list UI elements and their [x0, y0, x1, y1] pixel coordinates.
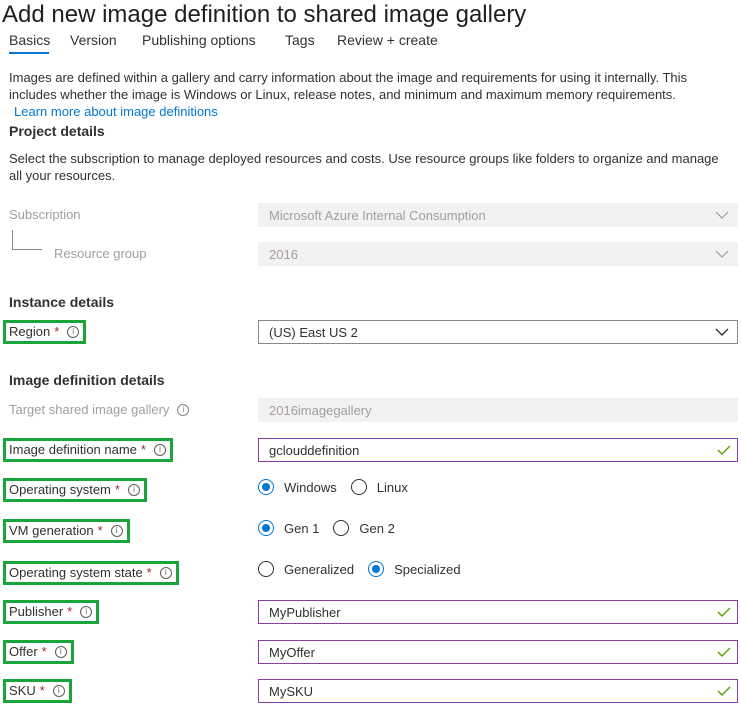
publisher-input[interactable]: MyPublisher: [258, 600, 738, 624]
info-icon[interactable]: i: [127, 484, 140, 496]
project-details-heading: Project details: [9, 123, 105, 139]
required-asterisk: *: [54, 324, 60, 339]
sku-input[interactable]: MySKU: [258, 679, 738, 703]
publisher-label-text: Publisher: [9, 604, 64, 619]
offer-label: Offer * i: [3, 640, 74, 664]
radio-unselected: [350, 479, 367, 495]
operating-system-label-text: Operating system: [9, 482, 111, 497]
subscription-dropdown[interactable]: Microsoft Azure Internal Consumption: [258, 203, 738, 227]
info-icon[interactable]: i: [67, 326, 80, 338]
os-windows-radio[interactable]: Windows: [258, 479, 337, 495]
resource-group-dropdown[interactable]: 2016: [258, 242, 738, 266]
region-dropdown[interactable]: (US) East US 2: [258, 320, 738, 344]
target-gallery-label: Target shared image gallery i: [9, 401, 190, 419]
os-linux-label: Linux: [376, 479, 408, 495]
chevron-down-icon: [715, 250, 729, 258]
resource-group-value: 2016: [269, 246, 298, 262]
target-gallery-value: 2016imagegallery: [269, 402, 372, 418]
info-icon[interactable]: i: [80, 606, 93, 618]
checkmark-icon: [717, 647, 731, 657]
resource-group-label: Resource group: [54, 245, 147, 263]
required-asterisk: *: [114, 482, 120, 497]
offer-value: MyOffer: [269, 644, 315, 660]
page-title: Add new image definition to shared image…: [2, 1, 527, 28]
radio-unselected: [258, 561, 274, 577]
info-icon[interactable]: i: [52, 685, 65, 697]
osstate-specialized-label: Specialized: [394, 561, 461, 577]
checkmark-icon: [717, 607, 731, 617]
region-label-text: Region: [9, 324, 51, 339]
region-value: (US) East US 2: [269, 324, 358, 340]
vm-generation-label: VM generation * i: [3, 519, 130, 543]
tab-basics[interactable]: Basics: [9, 31, 50, 49]
publisher-value: MyPublisher: [269, 604, 341, 620]
osstate-generalized-label: Generalized: [284, 561, 355, 577]
vmgen-gen2-radio[interactable]: Gen 2: [333, 520, 395, 536]
resource-group-label-text: Resource group: [54, 246, 147, 261]
offer-label-text: Offer: [9, 644, 38, 659]
vm-generation-label-text: VM generation: [9, 523, 94, 538]
checkmark-icon: [717, 686, 731, 696]
sku-label: SKU * i: [3, 679, 72, 703]
osstate-generalized-radio[interactable]: Generalized: [258, 561, 354, 577]
project-details-description: Select the subscription to manage deploy…: [9, 151, 719, 183]
operating-system-label: Operating system * i: [3, 478, 147, 502]
offer-input[interactable]: MyOffer: [258, 640, 738, 664]
os-state-label: Operating system state * i: [3, 561, 179, 585]
checkmark-icon: [717, 445, 731, 455]
region-label: Region * i: [3, 320, 87, 344]
info-icon[interactable]: i: [54, 646, 67, 658]
info-icon[interactable]: i: [159, 567, 172, 579]
vmgen-gen2-label: Gen 2: [359, 520, 395, 536]
info-icon[interactable]: i: [153, 444, 166, 456]
osstate-specialized-radio[interactable]: Specialized: [368, 561, 461, 577]
subscription-label: Subscription: [9, 206, 81, 224]
info-icon[interactable]: i: [177, 404, 190, 416]
sku-label-text: SKU: [9, 683, 36, 698]
image-definition-name-value: gclouddefinition: [269, 442, 360, 458]
info-icon[interactable]: i: [110, 525, 123, 537]
vmgen-gen1-label: Gen 1: [284, 520, 320, 536]
required-asterisk: *: [67, 604, 73, 619]
radio-selected: [258, 479, 274, 495]
learn-more-link[interactable]: Learn more about image definitions: [14, 103, 218, 120]
operating-system-radio-group: Windows Linux: [258, 477, 422, 497]
image-definition-name-label: Image definition name * i: [3, 438, 173, 462]
subscription-label-text: Subscription: [9, 207, 81, 222]
vm-generation-radio-group: Gen 1 Gen 2: [258, 518, 409, 538]
tab-publishing-options[interactable]: Publishing options: [142, 31, 256, 49]
target-gallery-field: 2016imagegallery: [258, 398, 738, 422]
required-asterisk: *: [146, 565, 152, 580]
required-asterisk: *: [97, 523, 103, 538]
image-definition-name-label-text: Image definition name: [9, 442, 137, 457]
active-tab-indicator: [9, 52, 49, 54]
image-definition-details-heading: Image definition details: [9, 372, 165, 388]
chevron-down-icon: [715, 211, 729, 219]
radio-unselected: [333, 520, 350, 536]
target-gallery-label-text: Target shared image gallery: [9, 402, 170, 417]
os-linux-radio[interactable]: Linux: [350, 479, 408, 495]
image-definition-name-input[interactable]: gclouddefinition: [258, 438, 738, 462]
tree-connector: [12, 230, 42, 250]
required-asterisk: *: [39, 683, 45, 698]
tab-review-create[interactable]: Review + create: [337, 31, 438, 49]
tab-version[interactable]: Version: [70, 31, 117, 49]
tab-tags[interactable]: Tags: [285, 31, 315, 49]
os-windows-label: Windows: [284, 479, 337, 495]
required-asterisk: *: [41, 644, 47, 659]
instance-details-heading: Instance details: [9, 294, 115, 310]
radio-selected: [368, 561, 385, 577]
radio-selected: [258, 520, 274, 536]
chevron-down-icon: [715, 328, 729, 336]
subscription-value: Microsoft Azure Internal Consumption: [269, 207, 486, 223]
vmgen-gen1-radio[interactable]: Gen 1: [258, 520, 319, 536]
sku-value: MySKU: [269, 683, 314, 699]
publisher-label: Publisher * i: [3, 600, 100, 624]
required-asterisk: *: [140, 442, 146, 457]
intro-text: Images are defined within a gallery and …: [9, 70, 688, 102]
os-state-label-text: Operating system state: [9, 565, 143, 580]
os-state-radio-group: Generalized Specialized: [258, 559, 475, 579]
